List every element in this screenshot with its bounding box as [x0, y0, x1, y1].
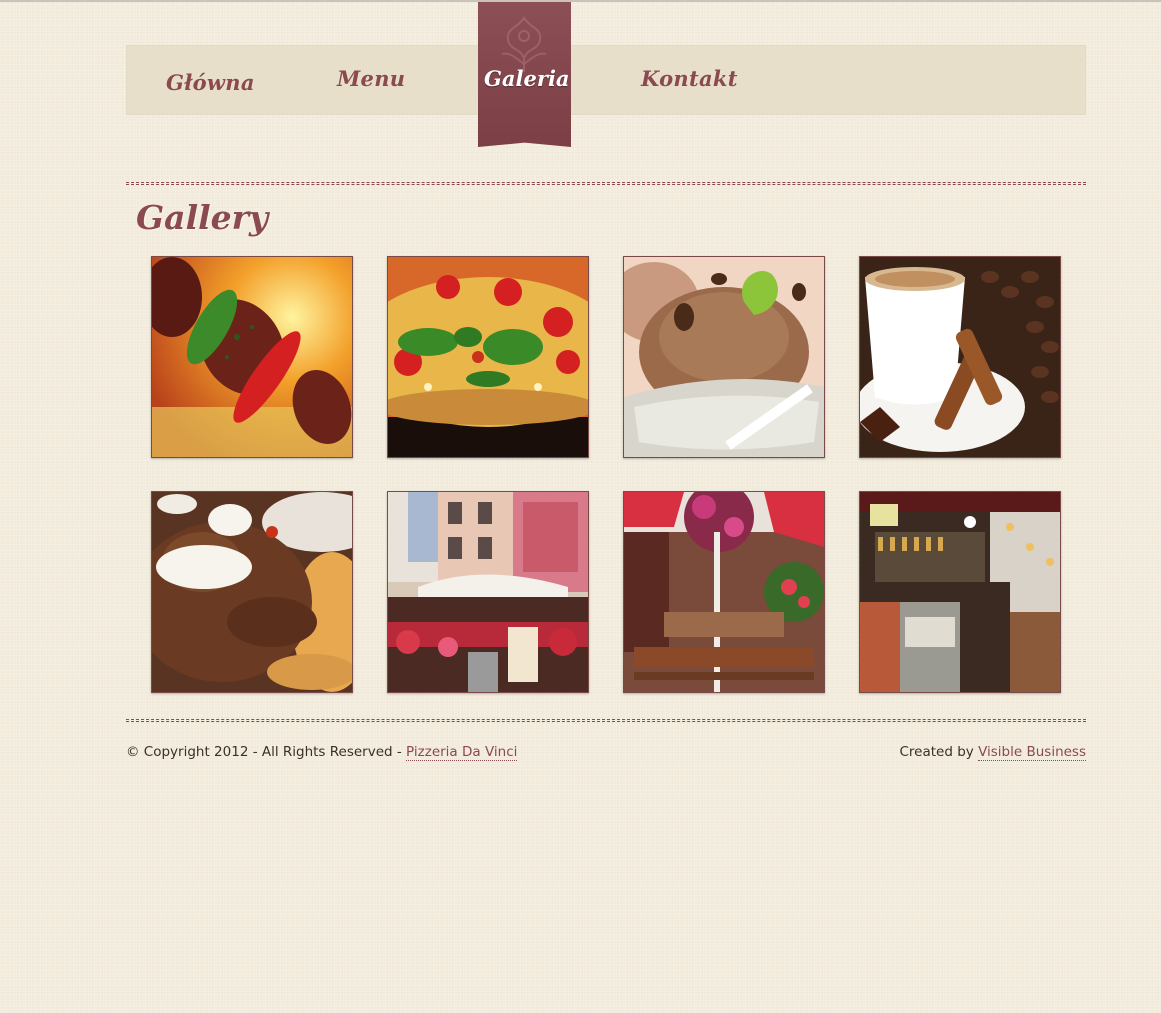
creator-link[interactable]: Visible Business: [978, 744, 1086, 761]
gallery-image-bar[interactable]: [859, 491, 1061, 693]
brand-link[interactable]: Pizzeria Da Vinci: [406, 744, 518, 761]
gallery-image-kebab[interactable]: [151, 256, 353, 458]
created-by-text: Created by: [899, 744, 979, 760]
ice-cream-photo: [624, 257, 824, 457]
kebab-photo: [152, 257, 352, 457]
gallery-image-ice-cream[interactable]: [623, 256, 825, 458]
nav-item-glowna[interactable]: Główna: [166, 70, 255, 95]
bar-photo: [860, 492, 1060, 692]
ornament-icon: [501, 16, 547, 72]
section-divider-top: [126, 182, 1086, 185]
gyros-photo: [152, 492, 352, 692]
exterior-photo: [388, 492, 588, 692]
nav-item-kontakt[interactable]: Kontakt: [641, 66, 738, 91]
nav-item-galeria[interactable]: Galeria: [484, 66, 570, 91]
gallery-image-exterior[interactable]: [387, 491, 589, 693]
coffee-photo: [860, 257, 1060, 457]
terrace-photo: [624, 492, 824, 692]
section-divider-bottom: [126, 719, 1086, 722]
pizza-photo: [388, 257, 588, 457]
nav-bar: [126, 45, 1086, 115]
gallery-image-pizza[interactable]: [387, 256, 589, 458]
page-title: Gallery: [136, 198, 269, 237]
footer-copyright: © Copyright 2012 - All Rights Reserved -…: [126, 744, 518, 761]
nav-item-menu[interactable]: Menu: [337, 66, 405, 91]
gallery-image-coffee[interactable]: [859, 256, 1061, 458]
gallery-image-gyros[interactable]: [151, 491, 353, 693]
footer-credits: Created by Visible Business: [899, 744, 1086, 761]
top-border: [0, 0, 1161, 2]
copyright-text: © Copyright 2012 - All Rights Reserved -: [126, 744, 407, 760]
gallery-image-terrace[interactable]: [623, 491, 825, 693]
